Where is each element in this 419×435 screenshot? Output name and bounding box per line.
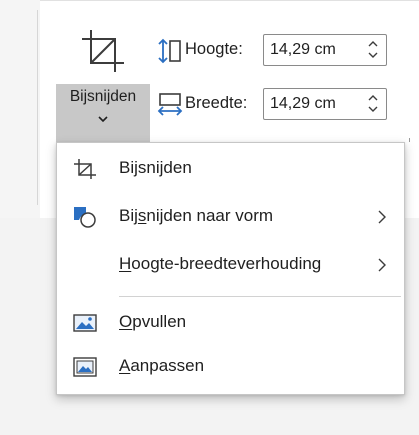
width-row: Breedte:: [157, 88, 419, 122]
menu-separator: [119, 296, 401, 297]
fit-picture-icon: [73, 357, 97, 377]
height-label: Hoogte:: [185, 40, 243, 58]
fill-picture-icon: [73, 314, 97, 332]
crop-button[interactable]: [56, 20, 150, 84]
menu-item-crop[interactable]: Bijsnijden: [57, 147, 404, 191]
spin-up-icon[interactable]: [366, 92, 380, 103]
crop-icon: [74, 159, 96, 179]
crop-to-shape-icon: [74, 207, 96, 228]
spin-down-icon[interactable]: [366, 50, 380, 61]
menu-item-label: Bijsnijden naar vorm: [119, 206, 274, 225]
crop-menu-screen: Bijsnijden Hoogte: 14,29 cm Breedte: 14,…: [0, 0, 419, 435]
width-input[interactable]: [264, 89, 356, 119]
crop-dropdown-menu: Bijsnijden Bijsnijden naar vorm Hoogte-b…: [56, 142, 405, 395]
height-field[interactable]: [263, 34, 387, 66]
shape-height-icon: [158, 38, 181, 64]
menu-item-label: Bijsnijden: [119, 158, 192, 177]
menu-item-fill[interactable]: Opvullen: [57, 301, 404, 345]
ribbon-top-border: [40, 0, 419, 1]
crop-dropdown-button[interactable]: Bijsnijden: [56, 84, 150, 142]
chevron-right-icon: [378, 210, 386, 224]
menu-item-label: Hoogte-breedteverhouding: [119, 254, 322, 273]
menu-item-fit[interactable]: Aanpassen: [57, 345, 404, 389]
ribbon-left-area: [0, 0, 40, 218]
width-field[interactable]: [263, 88, 387, 120]
crop-button-label: Bijsnijden: [69, 88, 137, 105]
menu-item-aspect-ratio[interactable]: Hoogte-breedteverhouding: [57, 243, 404, 287]
ribbon-group-separator: [37, 10, 38, 205]
crop-icon: [82, 30, 124, 72]
chevron-right-icon: [378, 258, 386, 272]
height-input[interactable]: [264, 35, 356, 65]
width-label: Breedte:: [185, 94, 248, 112]
spin-down-icon[interactable]: [366, 104, 380, 115]
ribbon-group-corner: [409, 138, 414, 142]
menu-item-crop-to-shape[interactable]: Bijsnijden naar vorm: [57, 195, 404, 239]
menu-item-label: Aanpassen: [119, 356, 205, 375]
shape-width-icon: [157, 93, 183, 116]
menu-item-label: Opvullen: [119, 312, 187, 331]
height-row: Hoogte:: [157, 34, 419, 68]
width-spinner[interactable]: [366, 92, 380, 116]
height-spinner[interactable]: [366, 38, 380, 62]
chevron-down-icon: [98, 116, 108, 123]
spin-up-icon[interactable]: [366, 38, 380, 49]
